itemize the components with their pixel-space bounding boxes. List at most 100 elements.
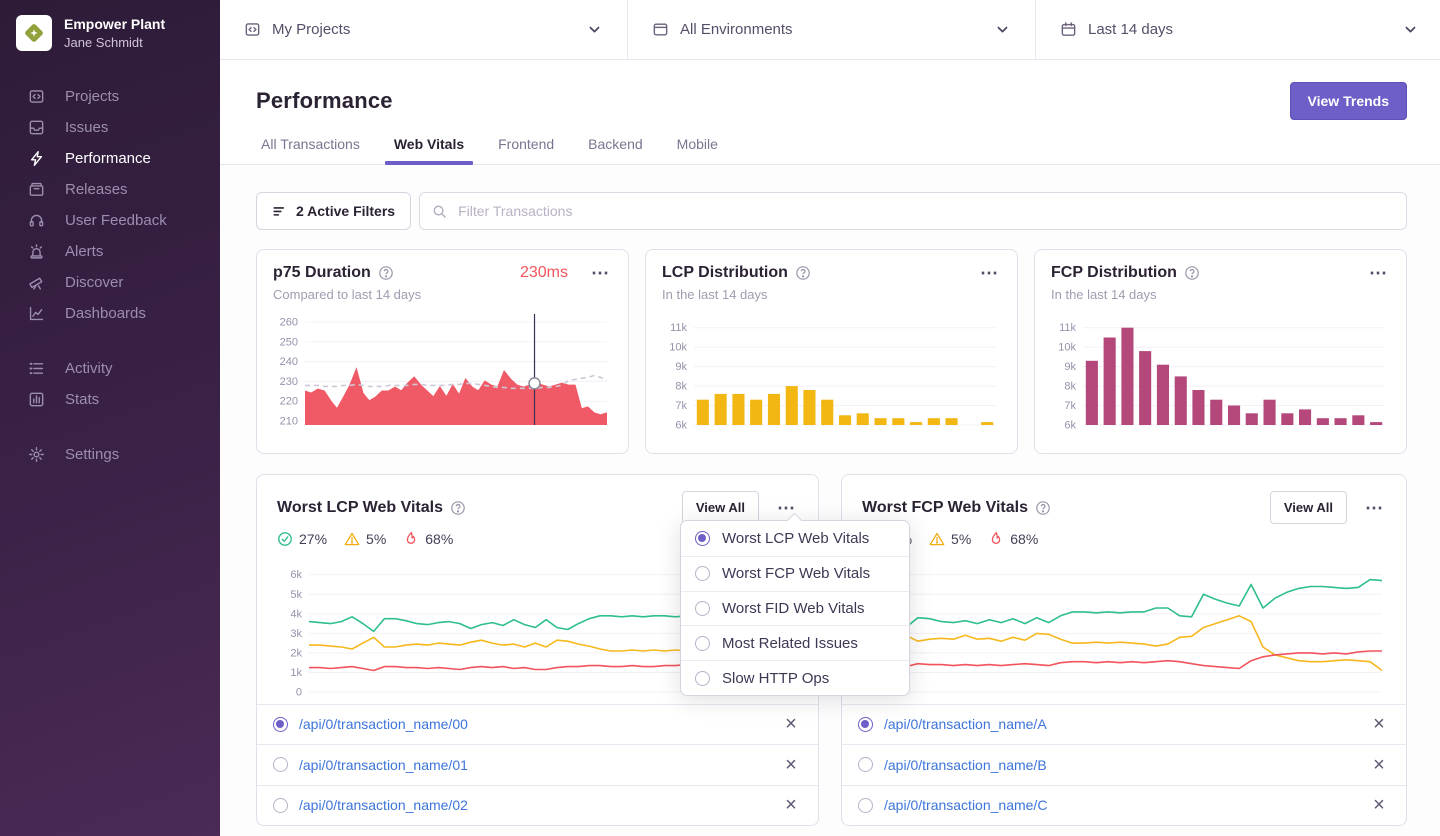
svg-text:7k: 7k [675, 400, 687, 412]
svg-text:250: 250 [280, 336, 298, 348]
activity-icon [28, 360, 45, 377]
sidebar-item-user-feedback[interactable]: User Feedback [0, 205, 220, 236]
transaction-link[interactable]: /api/0/transaction_name/B [884, 757, 1047, 773]
sidebar-item-discover[interactable]: Discover [0, 267, 220, 298]
search-input[interactable] [456, 202, 1394, 220]
help-icon[interactable] [1035, 500, 1051, 516]
svg-text:11k: 11k [670, 322, 687, 334]
table-row[interactable]: /api/0/transaction_name/02 × [257, 785, 818, 826]
sidebar-item-stats[interactable]: Stats [0, 384, 220, 415]
transaction-link[interactable]: /api/0/transaction_name/C [884, 797, 1047, 813]
warning-icon [929, 531, 945, 547]
sidebar-item-performance[interactable]: Performance [0, 143, 220, 174]
p75-duration-chart: 210220230240250260 [273, 311, 611, 435]
close-icon[interactable]: × [1368, 757, 1390, 773]
table-row[interactable]: /api/0/transaction_name/01 × [257, 744, 818, 785]
close-icon[interactable]: × [1368, 797, 1390, 813]
org-name: Empower Plant [64, 16, 165, 32]
help-icon[interactable] [450, 500, 466, 516]
tab-mobile[interactable]: Mobile [677, 136, 718, 164]
performance-tabs: All Transactions Web Vitals Frontend Backen… [220, 120, 1440, 165]
tab-backend[interactable]: Backend [588, 136, 642, 164]
menu-item-radio[interactable] [695, 671, 710, 686]
vitals-bar-segment [661, 716, 769, 732]
sidebar-item-issues[interactable]: Issues [0, 112, 220, 143]
table-row[interactable]: /api/0/transaction_name/B × [842, 744, 1406, 785]
svg-text:260: 260 [280, 316, 298, 328]
menu-item-worst-fid-web-vitals[interactable]: Worst FID Web Vitals [681, 591, 909, 626]
user-feedback-icon [28, 212, 45, 229]
badge-value: 68% [425, 531, 453, 547]
svg-text:240: 240 [280, 356, 298, 368]
org-switcher[interactable]: Empower Plant Jane Schmidt [0, 0, 220, 61]
svg-text:5k: 5k [290, 589, 302, 601]
svg-text:8k: 8k [1064, 381, 1076, 393]
sidebar-item-releases[interactable]: Releases [0, 174, 220, 205]
user-name: Jane Schmidt [64, 35, 165, 50]
table-row[interactable]: /api/0/transaction_name/00 × [257, 704, 818, 745]
menu-item-radio[interactable] [695, 636, 710, 651]
selector-last-14-days[interactable]: Last 14 days [1035, 0, 1440, 59]
row-radio[interactable] [273, 798, 288, 813]
menu-item-radio[interactable] [695, 601, 710, 616]
vitals-bar-segment [1219, 797, 1269, 813]
transaction-link[interactable]: /api/0/transaction_name/02 [299, 797, 468, 813]
more-options-icon[interactable]: ⋯ [1363, 502, 1386, 514]
close-icon[interactable]: × [780, 757, 802, 773]
menu-item-worst-fcp-web-vitals[interactable]: Worst FCP Web Vitals [681, 556, 909, 591]
close-icon[interactable]: × [780, 716, 802, 732]
more-options-icon[interactable]: ⋯ [1367, 267, 1390, 279]
menu-item-radio[interactable] [695, 531, 710, 546]
tab-frontend[interactable]: Frontend [498, 136, 554, 164]
close-icon[interactable]: × [780, 797, 802, 813]
more-options-icon[interactable]: ⋯ [775, 502, 798, 514]
lcp-distribution-card: LCP Distribution ⋯ In the last 14 days 6… [645, 249, 1018, 454]
org-logo [16, 15, 52, 51]
row-radio[interactable] [273, 757, 288, 772]
chevron-down-icon [1402, 21, 1419, 38]
more-options-icon[interactable]: ⋯ [589, 267, 612, 279]
settings-icon [28, 446, 45, 463]
sidebar-item-dashboards[interactable]: Dashboards [0, 298, 220, 329]
sidebar-item-label: Performance [65, 150, 151, 167]
sidebar-item-activity[interactable]: Activity [0, 353, 220, 384]
sidebar-item-alerts[interactable]: Alerts [0, 236, 220, 267]
tab-web-vitals[interactable]: Web Vitals [394, 136, 464, 164]
table-row[interactable]: /api/0/transaction_name/C × [842, 785, 1406, 826]
active-filters-button[interactable]: 2 Active Filters [256, 192, 411, 230]
menu-item-slow-http-ops[interactable]: Slow HTTP Ops [681, 660, 909, 695]
transaction-link[interactable]: /api/0/transaction_name/00 [299, 716, 468, 732]
card-subtitle: In the last 14 days [1051, 287, 1390, 302]
transaction-link[interactable]: /api/0/transaction_name/A [884, 716, 1047, 732]
transaction-link[interactable]: /api/0/transaction_name/01 [299, 757, 468, 773]
svg-text:8k: 8k [675, 381, 687, 393]
sidebar-item-settings[interactable]: Settings [0, 439, 220, 470]
page-body: 2 Active Filters p75 Duration 230ms ⋯ Co… [220, 165, 1440, 836]
more-options-icon[interactable]: ⋯ [978, 267, 1001, 279]
row-radio[interactable] [858, 757, 873, 772]
menu-item-radio[interactable] [695, 566, 710, 581]
view-trends-button[interactable]: View Trends [1290, 82, 1407, 120]
tab-all-transactions[interactable]: All Transactions [261, 136, 360, 164]
view-all-button[interactable]: View All [1270, 491, 1347, 524]
close-icon[interactable]: × [1368, 716, 1390, 732]
help-icon[interactable] [378, 265, 394, 281]
chevron-down-icon [994, 21, 1011, 38]
projects-icon [244, 21, 261, 38]
check-circle-icon [277, 531, 293, 547]
help-icon[interactable] [795, 265, 811, 281]
row-radio[interactable] [273, 717, 288, 732]
selector-all-environments[interactable]: All Environments [627, 0, 1035, 59]
sidebar-nav: ProjectsIssues Performance ReleasesUser Fe… [0, 61, 220, 470]
projects-icon [28, 88, 45, 105]
menu-item-most-related-issues[interactable]: Most Related Issues [681, 625, 909, 660]
filter-icon [272, 204, 287, 219]
card-header: p75 Duration 230ms ⋯ [273, 264, 612, 282]
vitals-bar [601, 757, 769, 773]
row-radio[interactable] [858, 717, 873, 732]
help-icon[interactable] [1184, 265, 1200, 281]
table-row[interactable]: /api/0/transaction_name/A × [842, 704, 1406, 745]
sidebar-item-projects[interactable]: Projects [0, 81, 220, 112]
selector-my-projects[interactable]: My Projects [220, 0, 627, 59]
row-radio[interactable] [858, 798, 873, 813]
